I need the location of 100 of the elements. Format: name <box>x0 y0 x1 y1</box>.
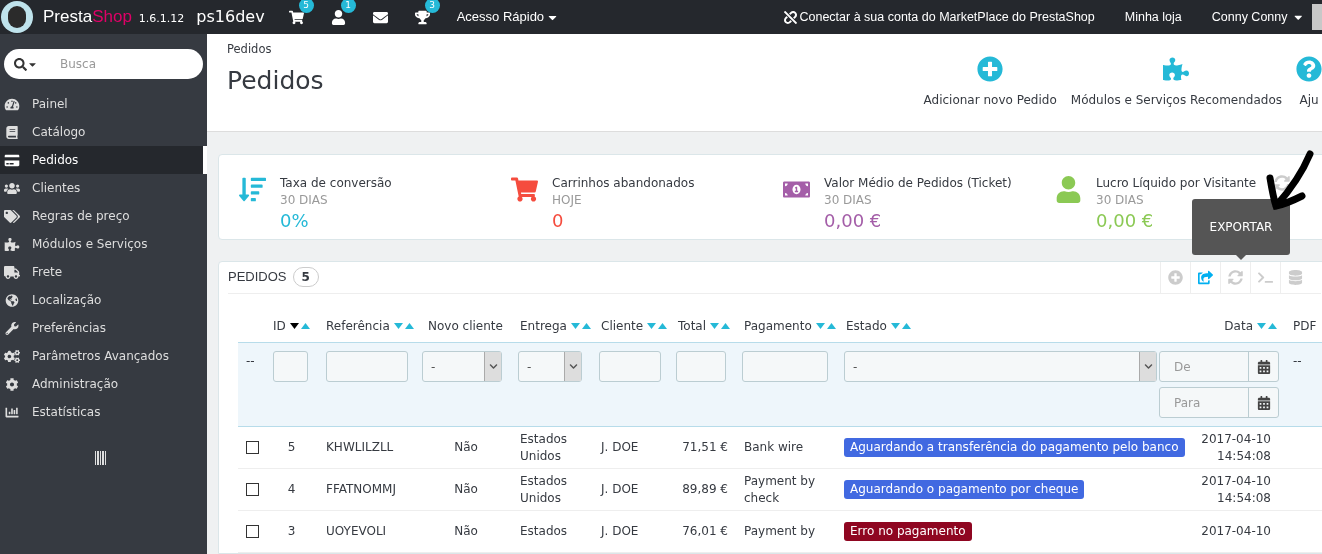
puffin-logo-icon[interactable] <box>1 1 33 33</box>
nav-item[interactable]: Localização <box>0 286 207 314</box>
truck-icon <box>4 265 20 279</box>
status-badge: Erro no pagamento <box>844 522 972 541</box>
panel-title: PEDIDOS <box>228 268 287 287</box>
user-menu[interactable]: Conny Conny <box>1211 7 1304 27</box>
table-cell: J. DOE <box>601 440 639 454</box>
column-header[interactable]: Estado <box>846 317 911 336</box>
filter-field[interactable] <box>326 351 408 382</box>
filter-field[interactable] <box>676 351 726 382</box>
header-action[interactable]: Aju <box>1296 56 1322 109</box>
count-badge: 5 <box>298 0 314 13</box>
calendar-icon[interactable] <box>1256 359 1271 374</box>
search-icon[interactable] <box>14 57 27 71</box>
nav-item[interactable]: Frete <box>0 258 207 286</box>
column-header[interactable]: Total <box>678 317 731 336</box>
tooltip-pointer <box>1236 254 1246 260</box>
bar-chart-icon <box>4 405 20 419</box>
nav-item[interactable]: Estatísticas <box>0 398 207 426</box>
settings-icon <box>4 377 20 391</box>
table-cell: Não <box>454 440 478 454</box>
row-checkbox[interactable] <box>246 525 259 538</box>
quick-access-menu[interactable]: Acesso Rápido <box>456 7 560 27</box>
nav-item[interactable]: Parâmetros Avançados <box>0 342 207 370</box>
shop-name[interactable]: ps16dev <box>196 5 265 29</box>
filter-select[interactable]: - <box>518 351 582 382</box>
kpi-value: 0,00 € <box>1096 212 1154 229</box>
kpi-title: Taxa de conversão <box>280 175 392 192</box>
filter-cell: -- <box>1285 342 1322 427</box>
filter-select[interactable]: - <box>844 351 1157 382</box>
table-cell-text: Estados Unidos <box>520 472 569 507</box>
table-cell: 71,51 € <box>682 440 728 454</box>
column-header[interactable]: ID <box>273 317 310 336</box>
tooltip: EXPORTAR <box>1192 198 1290 255</box>
nav-item[interactable]: Painel <box>0 90 207 118</box>
search-field[interactable]: Busca <box>4 49 203 79</box>
search-input[interactable]: Busca <box>60 55 180 73</box>
column-header[interactable]: Entrega <box>520 317 591 336</box>
sort-up-icon[interactable] <box>721 323 731 330</box>
database-icon <box>1288 269 1303 285</box>
date-input[interactable]: De <box>1160 357 1248 376</box>
my-shop-link[interactable]: Minha loja <box>1124 7 1182 27</box>
column-header[interactable]: Cliente <box>601 317 668 336</box>
kpi-period: 30 DIAS <box>280 192 329 209</box>
sort-down-icon[interactable] <box>289 323 299 330</box>
header-action[interactable]: Módulos e Serviços Recomendados <box>1070 56 1282 109</box>
table-cell-text: 2017-04-10 <box>1200 523 1271 540</box>
nav-item[interactable]: Catálogo <box>0 118 207 146</box>
table-cell: Não <box>454 482 478 496</box>
sort-up-icon[interactable] <box>1268 323 1277 330</box>
column-header[interactable]: Novo cliente <box>428 317 503 336</box>
chevron-down-icon <box>568 362 578 371</box>
filter-field[interactable] <box>273 351 308 382</box>
header-action[interactable]: Adicionar novo Pedido <box>923 56 1057 109</box>
filter-field[interactable] <box>742 351 828 382</box>
date-input[interactable]: Para <box>1160 393 1248 412</box>
column-header[interactable]: PDF <box>1293 317 1317 336</box>
calendar-icon[interactable] <box>1256 395 1271 410</box>
sort-up-icon[interactable] <box>826 323 836 330</box>
marketplace-link[interactable]: Conectar à sua conta do MarketPlace do PrestaShop <box>799 7 1095 27</box>
page-title: Pedidos <box>227 65 325 98</box>
column-header[interactable]: Pagamento <box>744 317 836 336</box>
breadcrumb[interactable]: Pedidos <box>227 41 924 59</box>
row-checkbox[interactable] <box>246 441 259 454</box>
sort-up-icon[interactable] <box>581 323 591 330</box>
table-cell: J. DOE <box>601 482 639 496</box>
table-cell-text: 2017-04-10 <box>1200 472 1271 490</box>
users-icon <box>4 181 20 195</box>
nav-item[interactable]: Pedidos <box>0 146 207 174</box>
sort-up-icon[interactable] <box>404 323 414 330</box>
nav-item[interactable]: Clientes <box>0 174 207 202</box>
card-icon <box>4 153 20 167</box>
nav-item[interactable]: Administração <box>0 370 207 398</box>
table-cell: FFATNOMMJ <box>326 482 396 496</box>
gauge-icon <box>4 97 20 111</box>
user-icon <box>1055 176 1082 203</box>
row-checkbox[interactable] <box>246 483 259 496</box>
column-header[interactable]: Data <box>1224 317 1277 336</box>
filter-field[interactable] <box>599 351 661 382</box>
sort-up-icon[interactable] <box>901 323 911 330</box>
refresh-icon[interactable] <box>1274 175 1290 191</box>
nav-item[interactable]: Preferências <box>0 314 207 342</box>
version-text: 1.6.1.12 <box>138 10 185 27</box>
date-field[interactable]: De <box>1159 351 1279 382</box>
date-field[interactable]: Para <box>1159 387 1279 418</box>
filter-select[interactable]: - <box>422 351 502 382</box>
nav-item[interactable]: Módulos e Serviços <box>0 230 207 258</box>
table-cell-text: 14:54:08 <box>1216 447 1271 465</box>
kpi-value: 0,00 € <box>824 212 882 229</box>
export-icon <box>1198 269 1213 285</box>
collapse-handle-icon[interactable] <box>95 451 107 465</box>
sort-up-icon[interactable] <box>658 323 668 330</box>
column-header[interactable]: Referência <box>326 317 414 336</box>
table-cell: UOYEVOLI <box>326 524 387 538</box>
kpi-period: 30 DIAS <box>1096 192 1145 209</box>
brand-logo[interactable]: PrestaShop <box>43 4 132 30</box>
nav-item[interactable]: Regras de preço <box>0 202 207 230</box>
kpi-value: 0% <box>280 212 309 229</box>
kpi-value: 0 <box>552 212 564 229</box>
globe-icon <box>4 293 20 307</box>
